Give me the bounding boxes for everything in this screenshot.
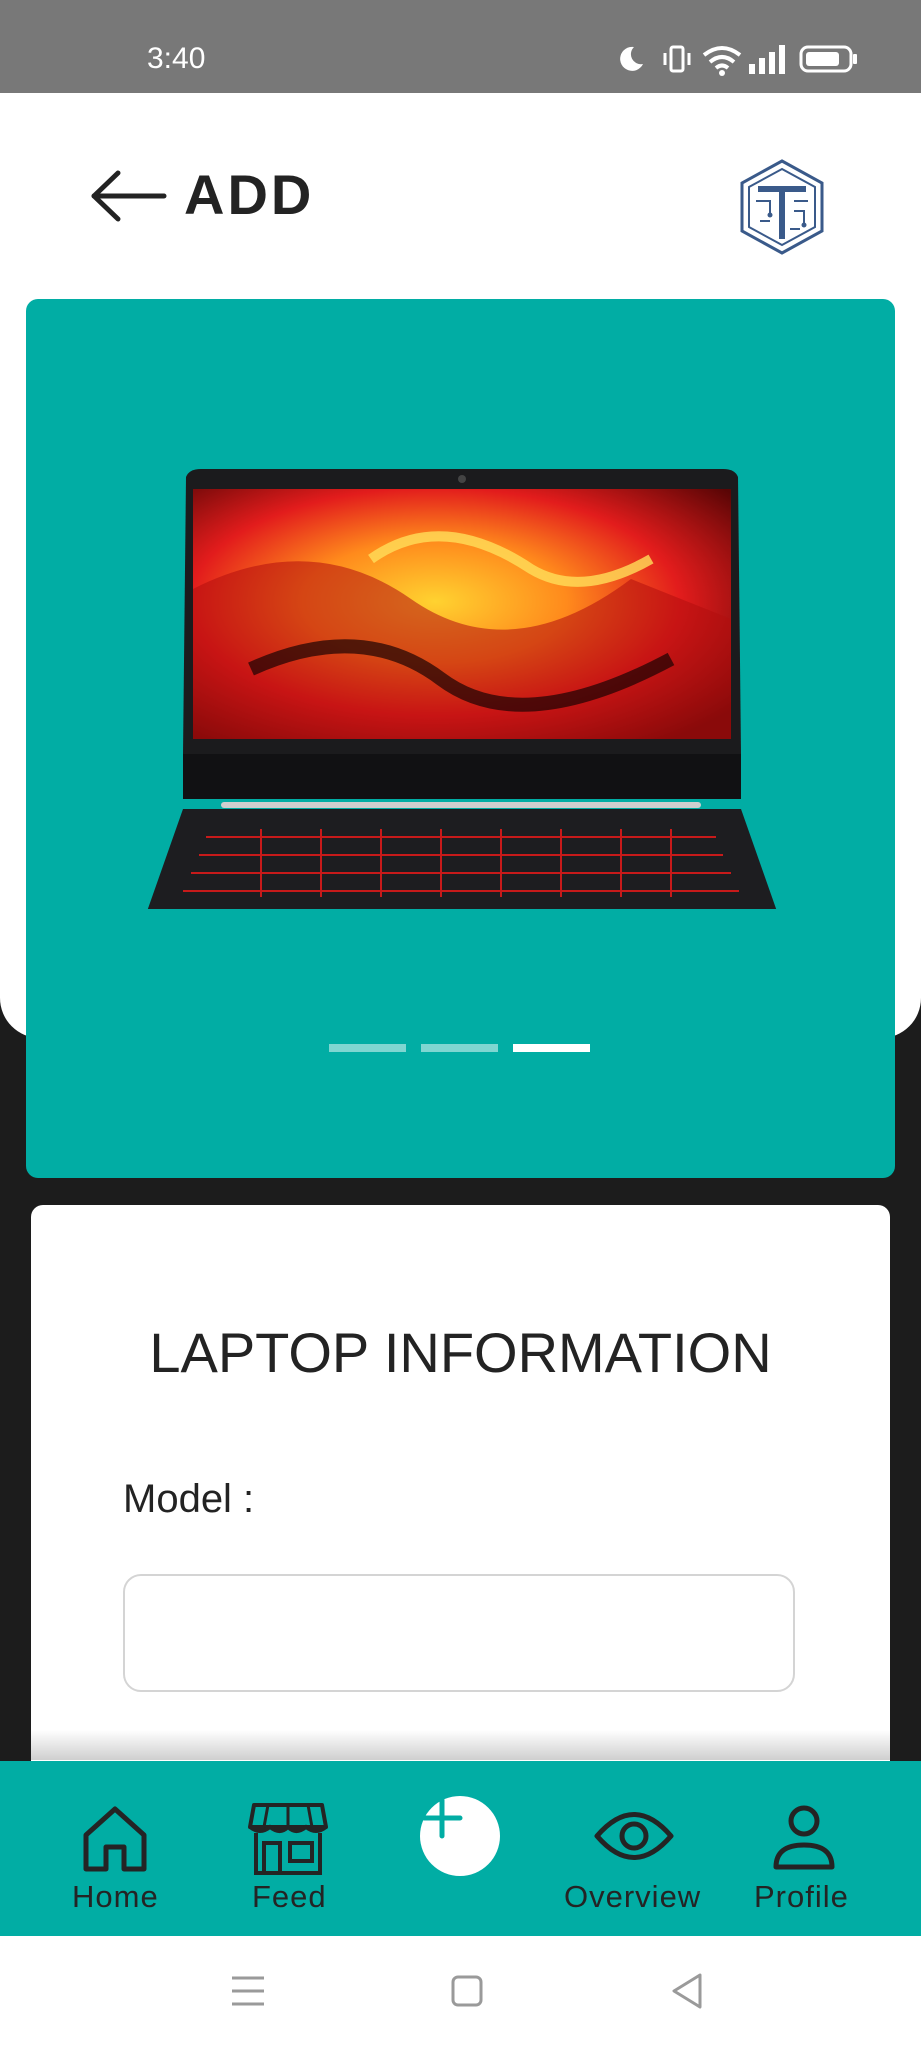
nav-item-overview[interactable]: Overview [562, 1761, 704, 1936]
carousel-dot-active[interactable] [513, 1044, 590, 1052]
wifi-icon [702, 46, 742, 76]
status-time: 3:40 [147, 42, 206, 75]
nav-item-profile[interactable]: Profile [752, 1761, 862, 1936]
status-bar: 3:40 [0, 0, 921, 93]
home-square-icon[interactable] [450, 1974, 484, 2008]
model-label: Model : [123, 1477, 255, 1521]
system-nav-bar [0, 1936, 921, 2048]
laptop-information-card: LAPTOP INFORMATION Model : [31, 1205, 890, 1805]
nav-label-feed: Feed [252, 1879, 327, 1914]
nav-label-overview: Overview [564, 1879, 702, 1914]
back-arrow-icon[interactable] [88, 170, 168, 222]
model-input[interactable] [123, 1574, 795, 1692]
laptop-image [147, 469, 777, 909]
signal-icon [749, 45, 785, 74]
section-title: LAPTOP INFORMATION [149, 1321, 772, 1384]
add-button[interactable] [420, 1796, 500, 1876]
menu-icon[interactable] [230, 1974, 266, 2008]
home-icon [83, 1806, 147, 1872]
plus-icon [421, 1797, 463, 1839]
image-carousel[interactable] [26, 299, 895, 1178]
moon-icon [620, 46, 643, 71]
user-icon [773, 1805, 835, 1870]
scroll-fade [31, 1730, 890, 1760]
circuit-t-logo-icon [740, 159, 824, 255]
back-triangle-icon[interactable] [670, 1972, 704, 2010]
vibrate-icon [663, 45, 691, 73]
nav-item-home[interactable]: Home [60, 1761, 170, 1936]
carousel-dot[interactable] [329, 1044, 406, 1052]
bottom-nav: Home Feed Overview Profile [0, 1761, 921, 1936]
page-title: ADD [184, 163, 315, 226]
nav-label-profile: Profile [754, 1879, 849, 1914]
nav-label-home: Home [72, 1879, 159, 1914]
battery-icon [799, 45, 857, 73]
nav-item-feed[interactable]: Feed [238, 1761, 338, 1936]
eye-icon [594, 1812, 674, 1860]
store-icon [248, 1803, 328, 1875]
carousel-dot[interactable] [421, 1044, 498, 1052]
